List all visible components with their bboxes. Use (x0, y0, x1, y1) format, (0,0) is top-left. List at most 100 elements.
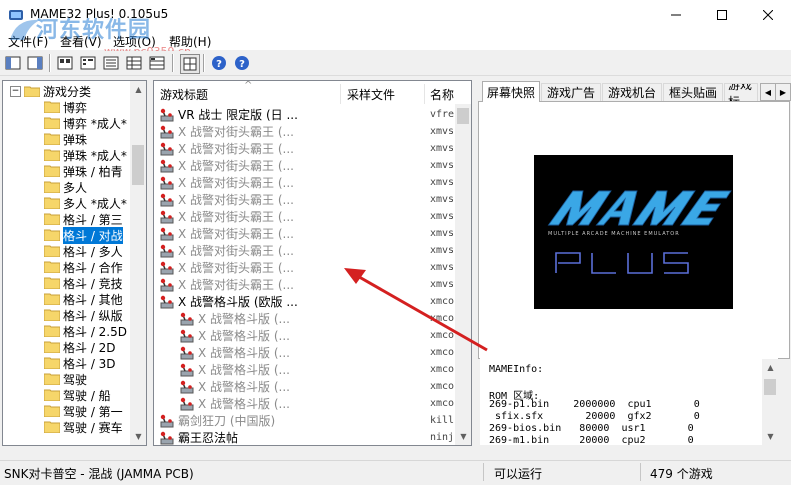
game-title: X 战警对街头霸王 (... (178, 278, 294, 292)
game-row[interactable]: X 战警对街头霸王 (... (159, 208, 294, 225)
game-file-cell: xmco (430, 381, 455, 392)
maximize-button[interactable] (699, 0, 745, 30)
scroll-down-arrow[interactable]: ▼ (762, 428, 779, 445)
game-row[interactable]: X 战警对街头霸王 (... (159, 123, 294, 140)
tree-item[interactable]: 格斗 / 第三 (44, 211, 123, 227)
tree-item[interactable]: 驾驶 (44, 371, 87, 387)
tree-item[interactable]: 博弈 (44, 99, 87, 115)
tree-item[interactable]: 驾驶 / 第一 (44, 403, 123, 419)
tab-cabinet[interactable]: 游戏机台 (602, 83, 662, 101)
tree-item[interactable]: 格斗 / 纵版 (44, 307, 123, 323)
game-row[interactable]: 霸剑狂刀 (中国版) (159, 412, 275, 429)
tree-item[interactable]: 格斗 / 对战 (44, 226, 123, 244)
tree-item[interactable]: 格斗 / 合作 (44, 259, 123, 275)
game-row[interactable]: X 战警对街头霸王 (... (159, 225, 294, 242)
game-row[interactable]: X 战警格斗版 (... (179, 361, 290, 378)
tab-flyer[interactable]: 游戏广告 (541, 83, 601, 101)
column-header-title[interactable]: 游戏标题 (160, 84, 208, 104)
tree-item[interactable]: 格斗 / 3D (44, 355, 116, 371)
toolbar-help-button[interactable]: ? (210, 54, 228, 72)
info-header: MAMEInfo: (489, 364, 544, 375)
tree-item[interactable]: 驾驶 / 船 (44, 387, 111, 403)
game-file-cell: ninj (430, 432, 455, 443)
scroll-down-arrow[interactable]: ▼ (455, 428, 472, 445)
column-header-name[interactable]: 名称 (430, 84, 454, 104)
tree-item[interactable]: 格斗 / 2D (44, 339, 116, 355)
game-row[interactable]: X 战警对街头霸王 (... (159, 191, 294, 208)
toolbar-list-button[interactable] (102, 54, 120, 72)
tree-item[interactable]: 博弈 *成人* (44, 115, 127, 131)
game-row[interactable]: X 战警格斗版 (... (179, 327, 290, 344)
game-title: 霸王忍法帖 (178, 431, 239, 445)
scroll-thumb[interactable] (764, 379, 776, 395)
game-title: X 战警对街头霸王 (... (178, 261, 294, 275)
tree-item[interactable]: 格斗 / 多人 (44, 243, 123, 259)
joystick-icon (180, 363, 194, 376)
scroll-up-arrow[interactable]: ▲ (130, 81, 147, 98)
tree-item[interactable]: 多人 (44, 179, 87, 195)
toolbar-detail-view-button[interactable] (26, 54, 44, 72)
toolbar-small-icons-button[interactable] (79, 54, 97, 72)
toolbar-large-icons-button[interactable] (56, 54, 74, 72)
scroll-down-arrow[interactable]: ▼ (130, 428, 147, 445)
tab-scroll-left[interactable]: ◀ (760, 83, 776, 101)
close-button[interactable] (745, 0, 791, 30)
game-row[interactable]: VR 战士 限定版 (日 ... (159, 106, 298, 123)
large-icons-icon (57, 56, 73, 70)
tree-item-label: 格斗 / 2.5D (63, 324, 127, 339)
game-row[interactable]: X 战警对街头霸王 (... (159, 276, 294, 293)
joystick-icon (160, 227, 174, 240)
mame-plus-logo: MULTIPLE ARCADE MACHINE EMULATOR (547, 190, 732, 274)
column-header-sample[interactable]: 采样文件 (347, 84, 395, 104)
toolbar-folder-list-button[interactable] (4, 54, 22, 72)
tab-title[interactable]: 游戏标 (724, 83, 758, 101)
folder-icon (44, 373, 60, 385)
scroll-up-arrow[interactable]: ▲ (762, 359, 779, 376)
game-row[interactable]: X 战警对街头霸王 (... (159, 140, 294, 157)
toolbar-fullscreen-button[interactable] (180, 54, 200, 74)
info-scrollbar[interactable]: ▲ ▼ (762, 359, 778, 445)
tree-item-label: 格斗 / 3D (63, 356, 116, 371)
tree-collapse-toggle[interactable]: − (10, 86, 21, 97)
joystick-icon (180, 346, 194, 359)
tree-scrollbar[interactable]: ▲ ▼ (130, 81, 146, 445)
game-row[interactable]: X 战警格斗版 (欧版 ... (159, 293, 298, 310)
toolbar-grouped-button[interactable] (148, 54, 166, 72)
joystick-icon (180, 312, 194, 325)
game-row[interactable]: X 战警格斗版 (... (179, 395, 290, 412)
tab-scroll-right[interactable]: ▶ (775, 83, 791, 101)
tree-item[interactable]: 弹珠 *成人* (44, 147, 127, 163)
tree-item[interactable]: 多人 *成人* (44, 195, 127, 211)
tree-item-label: 格斗 / 其他 (63, 292, 123, 307)
joystick-icon (160, 261, 174, 274)
game-file-cell: xmvs (430, 194, 455, 205)
tree-root[interactable]: 游戏分类 (24, 83, 91, 99)
game-row[interactable]: X 战警对街头霸王 (... (159, 259, 294, 276)
toolbar-about-button[interactable]: ? (233, 54, 251, 72)
folder-icon (44, 181, 60, 193)
game-row[interactable]: X 战警格斗版 (... (179, 310, 290, 327)
game-row[interactable]: 霸王忍法帖 (159, 429, 238, 446)
tree-item-label: 多人 *成人* (63, 196, 127, 211)
scroll-thumb[interactable] (132, 145, 144, 185)
tree-item[interactable]: 弹珠 (44, 131, 87, 147)
tab-screenshot[interactable]: 屏幕快照 (482, 81, 540, 102)
tree-item[interactable]: 驾驶 / 赛车 (44, 419, 123, 435)
column-divider[interactable] (424, 84, 425, 104)
game-row[interactable]: X 战警对街头霸王 (... (159, 242, 294, 259)
tree-item[interactable]: 弹珠 / 柏青 (44, 163, 123, 179)
minimize-button[interactable] (653, 0, 699, 30)
scroll-thumb[interactable] (457, 108, 469, 124)
toolbar-separator (203, 54, 205, 72)
tab-marquee[interactable]: 框头贴画 (663, 83, 723, 101)
tree-item[interactable]: 格斗 / 其他 (44, 291, 123, 307)
column-divider[interactable] (340, 84, 341, 104)
game-row[interactable]: X 战警对街头霸王 (... (159, 174, 294, 191)
folder-icon (44, 213, 60, 225)
game-row[interactable]: X 战警格斗版 (... (179, 344, 290, 361)
tree-item[interactable]: 格斗 / 2.5D (44, 323, 127, 339)
toolbar-details-button[interactable] (125, 54, 143, 72)
game-row[interactable]: X 战警格斗版 (... (179, 378, 290, 395)
tree-item[interactable]: 格斗 / 竞技 (44, 275, 123, 291)
game-row[interactable]: X 战警对街头霸王 (... (159, 157, 294, 174)
